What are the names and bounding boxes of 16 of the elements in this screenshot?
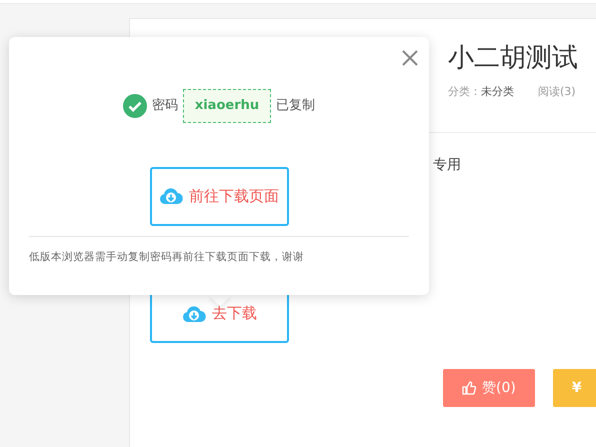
tip-button[interactable]: ¥ [552,369,596,407]
note-text: 低版本浏览器需手动复制密码再前往下载页面下载，谢谢 [29,250,305,264]
check-circle-icon [122,94,147,118]
status-label: 已复制 [276,97,316,115]
thumbs-up-icon [462,381,476,395]
read-count: 阅读(3) [538,84,576,100]
cloud-download-icon [182,304,206,322]
cloud-download-icon [159,187,183,205]
like-button[interactable]: 赞(0) [443,369,535,407]
status-label: 密码 [152,97,178,115]
yen-icon: ¥ [572,378,582,398]
go-download-button[interactable]: 前往下载页面 [150,166,288,226]
meta-text: 分类：未分类 [448,84,514,100]
article-title: 小二胡测试 [448,43,579,74]
password-field[interactable]: xiaoerhu [182,89,272,122]
article-text: 专用 [433,157,461,173]
